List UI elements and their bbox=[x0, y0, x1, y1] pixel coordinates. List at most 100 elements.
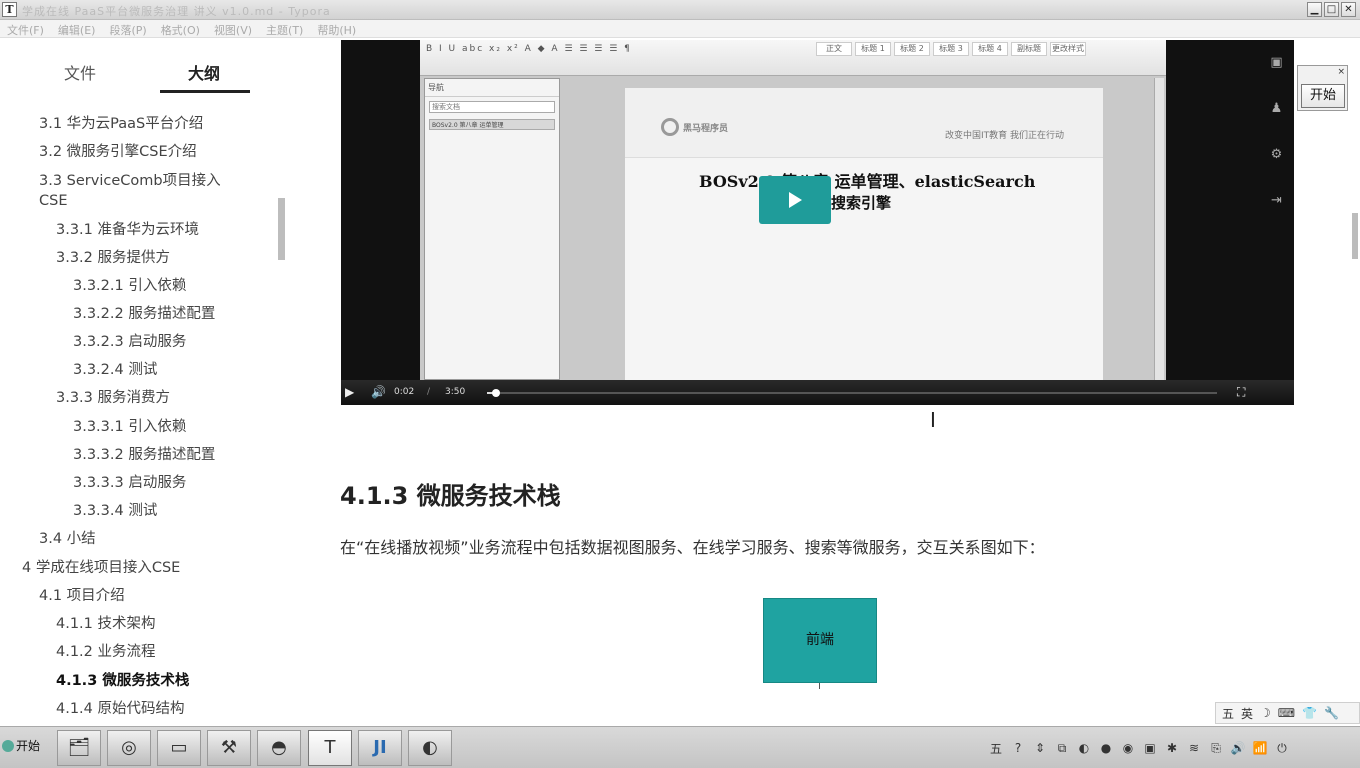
taskbar-browser-icon[interactable]: ◎ bbox=[107, 730, 151, 766]
taskbar-terminal-icon[interactable]: ▭ bbox=[157, 730, 201, 766]
current-time: 0:02 bbox=[394, 387, 415, 397]
menu-file[interactable]: 文件(F) bbox=[0, 20, 51, 37]
outline-item[interactable]: 3.3.3.3 启动服务 bbox=[73, 473, 186, 493]
minimize-button[interactable]: ▁ bbox=[1307, 2, 1322, 17]
window-icon[interactable]: ▣ bbox=[1259, 40, 1294, 86]
menu-view[interactable]: 视图(V) bbox=[207, 20, 259, 37]
ribbon-styles: 正文 标题 1 标题 2 标题 3 标题 4 副标题 更改样式 bbox=[816, 42, 1086, 56]
outline-item[interactable]: 3.3.3.2 服务描述配置 bbox=[73, 445, 215, 465]
outline-item[interactable]: 4.1.2 业务流程 bbox=[56, 642, 156, 662]
outline-item-active[interactable]: 4.1.3 微服务技术栈 bbox=[56, 671, 189, 691]
fullscreen-icon[interactable]: ⛶ bbox=[1237, 385, 1245, 400]
ime-mode-icon[interactable]: 五 bbox=[1222, 705, 1234, 722]
tray-ime-icon[interactable]: 五 bbox=[988, 740, 1004, 757]
play-button[interactable] bbox=[759, 176, 831, 224]
body-paragraph: 在“在线播放视频”业务流程中包括数据视图服务、在线学习服务、搜索等微服务，交互关… bbox=[340, 538, 1045, 557]
outline-item[interactable]: 3.2 微服务引擎CSE介绍 bbox=[39, 142, 197, 162]
outline-item[interactable]: 4.1 项目介绍 bbox=[39, 586, 125, 606]
taskbar-typora-icon[interactable]: T bbox=[308, 730, 352, 766]
menu-theme[interactable]: 主题(T) bbox=[259, 20, 310, 37]
editor-scrollbar[interactable] bbox=[1352, 213, 1358, 259]
exit-icon[interactable]: ⇥ bbox=[1259, 178, 1294, 224]
taskbar-tool-icon[interactable]: ⚒ bbox=[207, 730, 251, 766]
sidebar-scrollbar[interactable] bbox=[278, 198, 285, 260]
tray-power-icon[interactable]: ⏻ bbox=[1274, 741, 1290, 756]
menu-edit[interactable]: 编辑(E) bbox=[51, 20, 103, 37]
tray-bluetooth-icon[interactable]: ✱ bbox=[1164, 741, 1180, 755]
nav-pane-item: BOSv2.0 第八章 运单管理 bbox=[429, 119, 555, 130]
document-title: BOSv2.0 第八章 运单管理、elasticSearch bbox=[699, 172, 1036, 191]
ime-language[interactable]: 英 bbox=[1241, 705, 1253, 722]
tray-app-icon[interactable]: ◐ bbox=[1076, 741, 1092, 755]
taskbar: 开始 🗂 ◎ ▭ ⚒ ◓ T JI ◐ 五 ? ⇕ ⧉ ◐ ● ◉ ▣ ✱ ≋ … bbox=[0, 726, 1360, 768]
outline-item[interactable]: 3.4 小结 bbox=[39, 529, 96, 549]
gear-icon[interactable]: ⚙ bbox=[1259, 132, 1294, 178]
popup-start-button[interactable]: 开始 bbox=[1301, 84, 1345, 108]
outline-item[interactable]: 3.3.3.1 引入依赖 bbox=[73, 417, 186, 437]
tray-help-icon[interactable]: ? bbox=[1010, 741, 1026, 755]
style-chip: 正文 bbox=[816, 42, 852, 56]
logo-text: 黑马程序员 bbox=[683, 124, 729, 134]
outline-item[interactable]: 3.3.3.4 测试 bbox=[73, 501, 157, 521]
menu-format[interactable]: 格式(O) bbox=[154, 20, 207, 37]
outline-item[interactable]: 3.3.2.3 启动服务 bbox=[73, 332, 186, 352]
popup-close-icon[interactable]: × bbox=[1337, 67, 1345, 77]
progress-bar[interactable] bbox=[487, 389, 1217, 397]
tray-signal-icon[interactable]: 📶 bbox=[1252, 741, 1268, 755]
play-icon bbox=[789, 192, 802, 208]
outline-item[interactable]: 3.3.3 服务消费方 bbox=[56, 388, 170, 408]
outline-item[interactable]: 3.3.2.2 服务描述配置 bbox=[73, 304, 215, 324]
user-icon[interactable]: ♟ bbox=[1259, 86, 1294, 132]
outline-item[interactable]: 3.3.1 准备华为云环境 bbox=[56, 220, 199, 240]
tray-app-icon[interactable]: ● bbox=[1098, 741, 1114, 755]
tray-window-icon[interactable]: ⧉ bbox=[1054, 741, 1070, 756]
taskbar-idea-icon[interactable]: JI bbox=[358, 730, 402, 766]
start-popup: × 开始 bbox=[1297, 65, 1348, 111]
ime-keyboard-icon[interactable]: ⌨ bbox=[1278, 706, 1295, 720]
start-button[interactable]: 开始 bbox=[2, 737, 50, 759]
ime-settings-icon[interactable]: 🔧 bbox=[1324, 706, 1339, 720]
video-player[interactable]: B I U abc x₂ x² A ◆ A ☰ ☰ ☰ ☰ ¶ 正文 标题 1 … bbox=[341, 40, 1294, 405]
taskbar-turtle-icon[interactable]: ◓ bbox=[257, 730, 301, 766]
tray-volume-icon[interactable]: 🔊 bbox=[1230, 741, 1246, 755]
outline-item[interactable]: 3.3 ServiceComb项目接入 bbox=[39, 171, 221, 191]
tab-files[interactable]: 文件 bbox=[64, 60, 96, 84]
outline-item[interactable]: 3.3.2 服务提供方 bbox=[56, 248, 170, 268]
start-orb-icon bbox=[2, 740, 14, 752]
tab-outline[interactable]: 大纲 bbox=[188, 60, 220, 84]
outline-item[interactable]: 3.3.2.1 引入依赖 bbox=[73, 276, 186, 296]
maximize-button[interactable]: □ bbox=[1324, 2, 1339, 17]
outline-item[interactable]: 3.3.2.4 测试 bbox=[73, 360, 157, 380]
ime-skin-icon[interactable]: 👕 bbox=[1302, 706, 1317, 720]
nav-pane-title: 导航 bbox=[425, 79, 559, 97]
ribbon-toolbar-icons: B I U abc x₂ x² A ◆ A ☰ ☰ ☰ ☰ ¶ bbox=[426, 44, 632, 54]
progress-knob[interactable] bbox=[492, 389, 500, 397]
style-chip: 更改样式 bbox=[1050, 42, 1086, 56]
word-scrollbar bbox=[1154, 78, 1164, 380]
outline-item[interactable]: 4.1.1 技术架构 bbox=[56, 614, 156, 634]
outline-item[interactable]: 4 学成在线项目接入CSE bbox=[22, 558, 180, 578]
title-bar: T 学成在线 PaaS平台微服务治理 讲义 v1.0.md - Typora ▁… bbox=[0, 0, 1360, 20]
close-button[interactable]: ✕ bbox=[1341, 2, 1356, 17]
outline-item-continuation[interactable]: CSE bbox=[39, 191, 68, 211]
window-controls: ▁ □ ✕ bbox=[1307, 2, 1356, 17]
tray-expand-icon[interactable]: ⇕ bbox=[1032, 741, 1048, 755]
tray-network-icon[interactable]: ≋ bbox=[1186, 741, 1202, 755]
tray-app-icon[interactable]: ▣ bbox=[1142, 741, 1158, 755]
active-tab-indicator bbox=[160, 90, 250, 93]
volume-icon[interactable]: 🔊 bbox=[371, 385, 386, 399]
outline-item[interactable]: 4.1.4 原始代码结构 bbox=[56, 699, 185, 719]
video-side-icons: ▣ ♟ ⚙ ⇥ bbox=[1259, 40, 1294, 380]
play-control-icon[interactable]: ▶ bbox=[345, 385, 354, 399]
diagram-frontend-box: 前端 bbox=[763, 598, 877, 683]
outline-item[interactable]: 3.1 华为云PaaS平台介绍 bbox=[39, 114, 203, 134]
editor-area: B I U abc x₂ x² A ◆ A ☰ ☰ ☰ ☰ ¶ 正文 标题 1 … bbox=[290, 38, 1360, 726]
menu-paragraph[interactable]: 段落(P) bbox=[102, 20, 153, 37]
tray-clipboard-icon[interactable]: ⎘ bbox=[1208, 741, 1224, 756]
taskbar-explorer-icon[interactable]: 🗂 bbox=[57, 730, 101, 766]
time-separator: / bbox=[427, 387, 431, 397]
ime-moon-icon[interactable]: ☽ bbox=[1260, 706, 1271, 720]
tray-app-icon[interactable]: ◉ bbox=[1120, 741, 1136, 755]
menu-help[interactable]: 帮助(H) bbox=[310, 20, 363, 37]
taskbar-player-icon[interactable]: ◐ bbox=[408, 730, 452, 766]
